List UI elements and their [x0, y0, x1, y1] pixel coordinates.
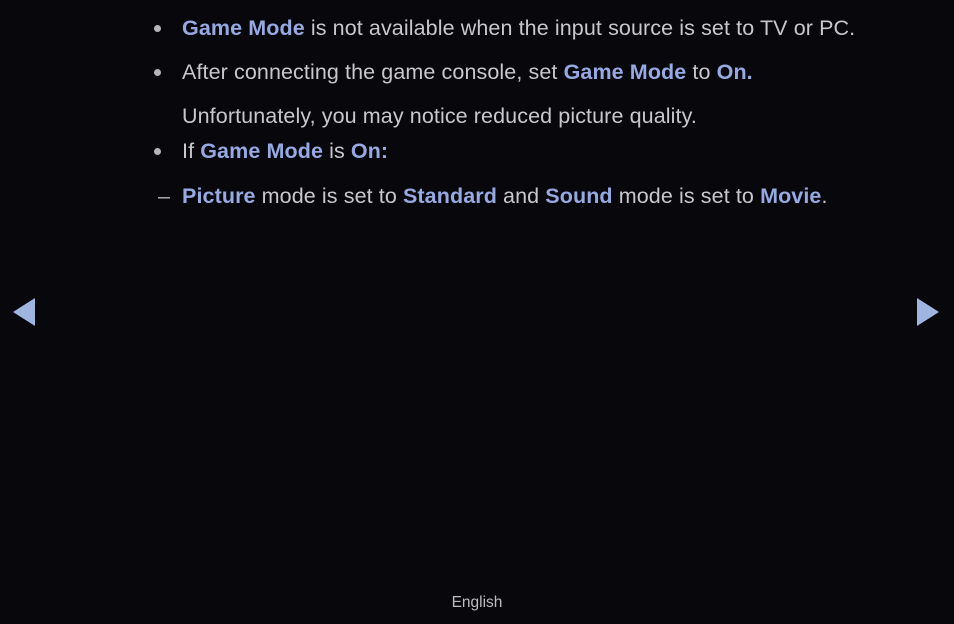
help-overlay-screen: Game Mode is not available when the inpu… [0, 0, 954, 624]
dash-glyph: – [158, 184, 171, 208]
right-triangle-icon [917, 298, 939, 326]
left-triangle-icon [13, 298, 35, 326]
dash-icon: – [0, 174, 182, 218]
text-run: is not available when the input source i… [304, 16, 856, 40]
term-on: On: [350, 139, 389, 163]
text-run: After connecting the game console, set [182, 60, 564, 84]
term-sound: Sound [545, 184, 613, 208]
list-item: – Picture mode is set to Standard and So… [0, 174, 868, 218]
term-on: On. [716, 60, 753, 84]
language-label: English [451, 594, 503, 611]
text-run: is [323, 139, 351, 163]
bullet-icon [0, 6, 182, 50]
term-picture: Picture [182, 184, 256, 208]
list-item-text: Game Mode is not available when the inpu… [182, 16, 855, 40]
list-item-text: Picture mode is set to Standard and Soun… [182, 184, 828, 208]
text-run: mode is set to [255, 184, 403, 208]
text-run: mode is set to [612, 184, 761, 208]
text-run: and [496, 184, 546, 208]
term-standard: Standard [402, 184, 497, 208]
term-game-mode: Game Mode [563, 60, 687, 84]
list-item-text: If Game Mode is On: [182, 139, 388, 163]
text-run: If [182, 139, 201, 163]
text-run: . [821, 184, 828, 208]
list-item: If Game Mode is On: [0, 129, 428, 173]
bullet-icon [0, 129, 182, 173]
list-item-text: After connecting the game console, set G… [182, 50, 753, 94]
term-game-mode: Game Mode [200, 139, 323, 163]
bullet-icon [0, 50, 182, 94]
list-item: After connecting the game console, set G… [0, 50, 793, 138]
term-game-mode: Game Mode [182, 16, 305, 40]
text-run: to [686, 60, 717, 84]
list-item: Game Mode is not available when the inpu… [0, 6, 895, 50]
previous-page-button[interactable] [13, 298, 39, 326]
next-page-button[interactable] [917, 298, 943, 326]
term-movie: Movie [760, 184, 822, 208]
